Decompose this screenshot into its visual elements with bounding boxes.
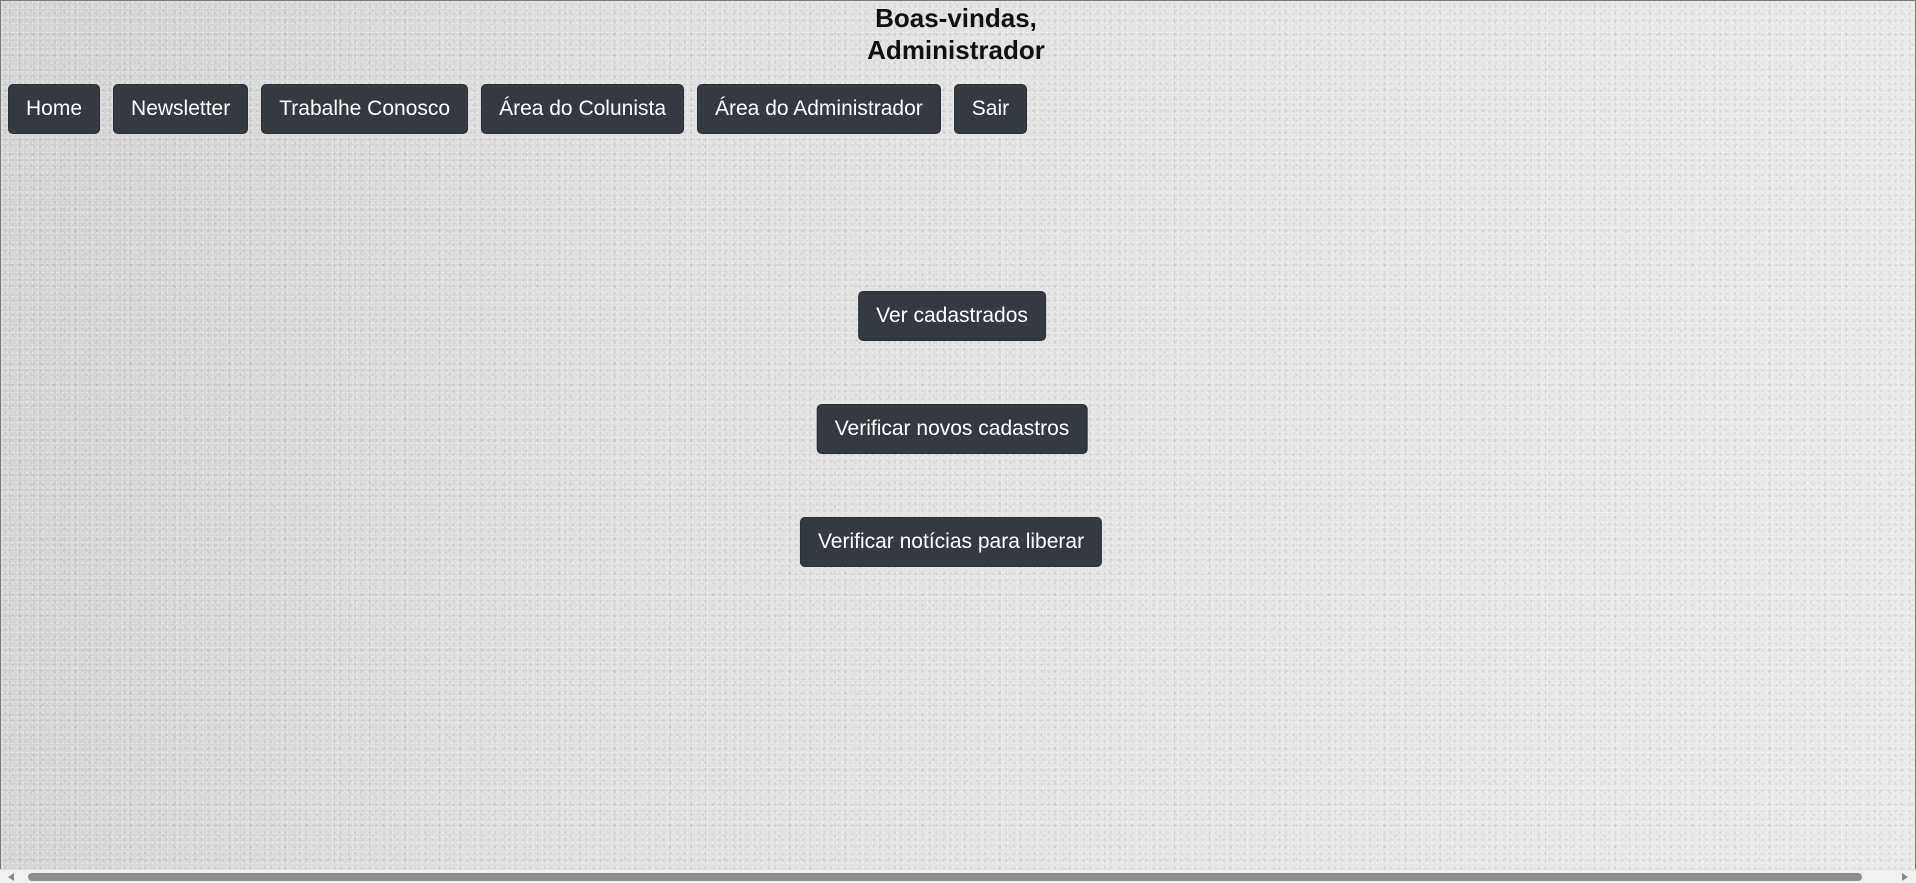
verify-news-release-button[interactable]: Verificar notícias para liberar bbox=[799, 517, 1103, 567]
scroll-right-arrow-icon[interactable] bbox=[1902, 873, 1908, 881]
scrollbar-thumb[interactable] bbox=[28, 873, 1862, 881]
nav-home-button[interactable]: Home bbox=[8, 84, 101, 134]
view-registered-button[interactable]: Ver cadastrados bbox=[858, 291, 1046, 341]
scroll-left-arrow-icon[interactable] bbox=[8, 873, 14, 881]
verify-new-registrations-button[interactable]: Verificar novos cadastros bbox=[816, 404, 1088, 454]
nav-newsletter-button[interactable]: Newsletter bbox=[113, 84, 249, 134]
nav-admin-area-button[interactable]: Área do Administrador bbox=[697, 84, 941, 134]
welcome-role: Administrador bbox=[867, 35, 1045, 65]
page-title: Boas-vindas, Administrador bbox=[0, 2, 1912, 66]
nav-logout-button[interactable]: Sair bbox=[953, 84, 1028, 134]
nav-columnist-area-button[interactable]: Área do Colunista bbox=[481, 84, 684, 134]
main-nav: Home Newsletter Trabalhe Conosco Área do… bbox=[8, 84, 1028, 134]
welcome-greeting: Boas-vindas, bbox=[875, 3, 1037, 33]
nav-careers-button[interactable]: Trabalhe Conosco bbox=[261, 84, 469, 134]
horizontal-scrollbar[interactable] bbox=[0, 869, 1916, 883]
